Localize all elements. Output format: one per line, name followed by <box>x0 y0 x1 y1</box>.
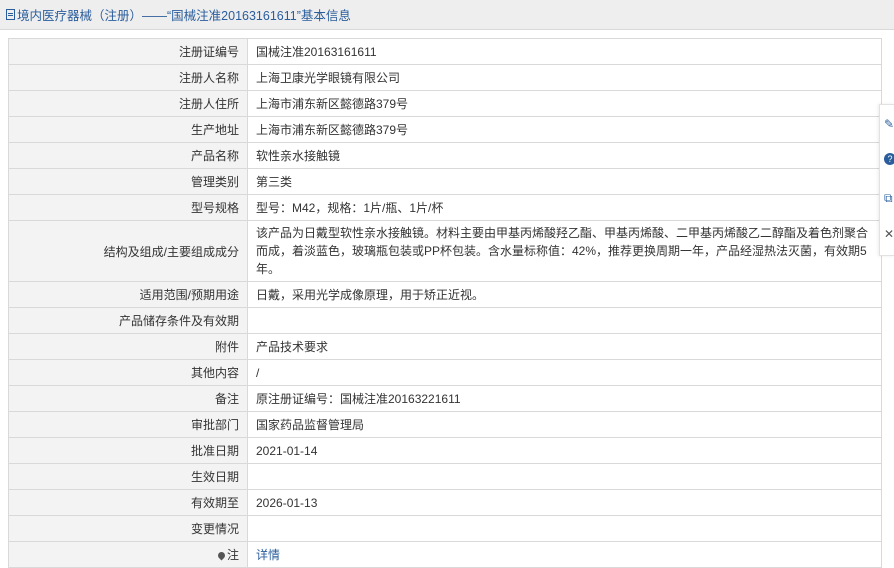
edit-icon[interactable]: ✎ <box>884 117 894 131</box>
table-row: 批准日期 2021-01-14 <box>8 437 882 464</box>
row-label: 生产地址 <box>8 116 248 143</box>
row-value: 产品技术要求 <box>247 333 882 360</box>
table-row: 产品名称 软性亲水接触镜 <box>8 142 882 169</box>
row-value <box>247 515 882 542</box>
help-icon[interactable]: ? <box>884 153 894 167</box>
row-label: 型号规格 <box>8 194 248 221</box>
row-value: 该产品为日戴型软性亲水接触镜。材料主要由甲基丙烯酸羟乙酯、甲基丙烯酸、二甲基丙烯… <box>247 220 882 282</box>
document-icon <box>6 9 15 20</box>
row-label: 附件 <box>8 333 248 360</box>
row-value: 国家药品监督管理局 <box>247 411 882 438</box>
table-row: 审批部门 国家药品监督管理局 <box>8 411 882 438</box>
row-value <box>247 307 882 334</box>
table-row: 附件 产品技术要求 <box>8 333 882 360</box>
row-value: / <box>247 359 882 386</box>
row-label: 批准日期 <box>8 437 248 464</box>
row-value: 型号：M42，规格：1片/瓶、1片/杯 <box>247 194 882 221</box>
page-header: 境内医疗器械（注册）——“国械注准20163161611”基本信息 <box>0 0 894 30</box>
row-value: 第三类 <box>247 168 882 195</box>
table-row: 型号规格 型号：M42，规格：1片/瓶、1片/杯 <box>8 194 882 221</box>
pin-icon <box>216 550 227 561</box>
table-row: 产品储存条件及有效期 <box>8 307 882 334</box>
row-value: 2021-01-14 <box>247 437 882 464</box>
row-label: 其他内容 <box>8 359 248 386</box>
row-label: 注册证编号 <box>8 38 248 65</box>
row-value: 原注册证编号：国械注准20163221611 <box>247 385 882 412</box>
table-row: 其他内容 / <box>8 359 882 386</box>
row-label: 适用范围/预期用途 <box>8 281 248 308</box>
row-label: 注册人住所 <box>8 90 248 117</box>
row-label: 生效日期 <box>8 463 248 490</box>
table-row: 注册人名称 上海卫康光学眼镜有限公司 <box>8 64 882 91</box>
row-label: 产品储存条件及有效期 <box>8 307 248 334</box>
table-row: 注册证编号 国械注准20163161611 <box>8 38 882 65</box>
table-row: 生效日期 <box>8 463 882 490</box>
row-value: 软性亲水接触镜 <box>247 142 882 169</box>
row-value: 上海市浦东新区懿德路379号 <box>247 116 882 143</box>
table-row: 结构及组成/主要组成成分 该产品为日戴型软性亲水接触镜。材料主要由甲基丙烯酸羟乙… <box>8 220 882 282</box>
row-label: 产品名称 <box>8 142 248 169</box>
note-label: 注 <box>226 548 239 562</box>
side-toolbar: ✎ ? ⧉ ✕ <box>879 104 894 256</box>
copy-icon[interactable]: ⧉ <box>884 191 894 205</box>
info-table: 注册证编号 国械注准20163161611 注册人名称 上海卫康光学眼镜有限公司… <box>8 38 882 568</box>
row-value: 上海卫康光学眼镜有限公司 <box>247 64 882 91</box>
page-title: 境内医疗器械（注册）——“国械注准20163161611”基本信息 <box>17 9 351 23</box>
close-icon[interactable]: ✕ <box>884 227 894 241</box>
row-label: 管理类别 <box>8 168 248 195</box>
table-row: 注册人住所 上海市浦东新区懿德路379号 <box>8 90 882 117</box>
table-row: 生产地址 上海市浦东新区懿德路379号 <box>8 116 882 143</box>
table-row: 有效期至 2026-01-13 <box>8 489 882 516</box>
row-value: 国械注准20163161611 <box>247 38 882 65</box>
row-value <box>247 463 882 490</box>
row-label: 审批部门 <box>8 411 248 438</box>
row-value: 2026-01-13 <box>247 489 882 516</box>
row-label: 结构及组成/主要组成成分 <box>8 220 248 282</box>
row-value: 日戴，采用光学成像原理，用于矫正近视。 <box>247 281 882 308</box>
row-label: 注册人名称 <box>8 64 248 91</box>
row-label: 备注 <box>8 385 248 412</box>
table-row: 管理类别 第三类 <box>8 168 882 195</box>
table-row: 适用范围/预期用途 日戴，采用光学成像原理，用于矫正近视。 <box>8 281 882 308</box>
table-row: 变更情况 <box>8 515 882 542</box>
row-label: 有效期至 <box>8 489 248 516</box>
row-label: 变更情况 <box>8 515 248 542</box>
table-row: 备注 原注册证编号：国械注准20163221611 <box>8 385 882 412</box>
row-value: 上海市浦东新区懿德路379号 <box>247 90 882 117</box>
help-glyph: ? <box>884 153 894 165</box>
